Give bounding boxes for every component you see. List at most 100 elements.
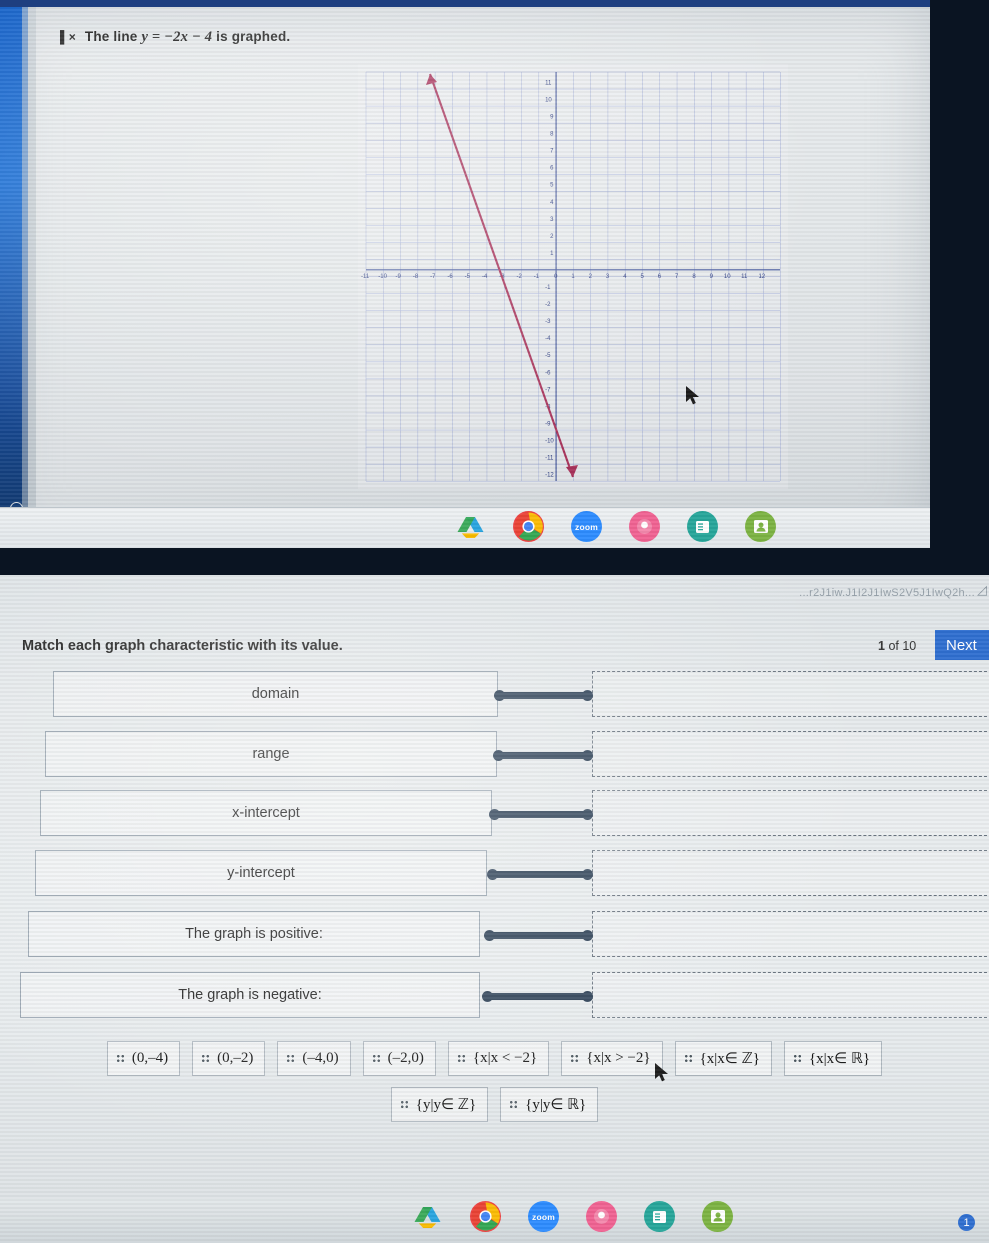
svg-text:-12: -12 [545, 473, 554, 479]
drag-handle-icon[interactable] [792, 1053, 802, 1064]
mouse-cursor [655, 1063, 671, 1088]
svg-text:-10: -10 [545, 438, 554, 444]
contacts-icon[interactable] [745, 511, 776, 542]
chip-0-2[interactable]: (0,–2) [192, 1041, 266, 1076]
pink-app-icon[interactable] [629, 511, 660, 542]
chip-y-reals[interactable]: {y|y∈ ℝ} [500, 1087, 599, 1122]
match-drop-domain[interactable] [592, 671, 989, 717]
left-grey-band [22, 7, 36, 510]
match-drop-graph-positive[interactable] [592, 911, 989, 957]
match-row: domain [0, 671, 989, 717]
chip-x-less-than-neg2[interactable]: {x|x < −2} [447, 1041, 550, 1076]
next-button[interactable]: Next [935, 630, 989, 660]
svg-text:-6: -6 [545, 370, 551, 376]
chip-label: (0,–4) [131, 1050, 169, 1066]
match-row: x-intercept [0, 790, 989, 836]
connector-line [484, 930, 593, 941]
teal-app-icon[interactable] [644, 1201, 675, 1232]
svg-text:-4: -4 [482, 274, 488, 280]
question-counter-current: 1 [878, 639, 885, 653]
match-label-graph-negative[interactable]: The graph is negative: [20, 972, 480, 1018]
wifi-icon: ◿ [977, 582, 987, 597]
top-monitor-screenshot: ▌× The line y = −2x − 4 is graphed. -11 -… [0, 0, 989, 575]
match-drop-x-intercept[interactable] [592, 790, 989, 836]
browser-url-ghost: ...r2J1iw.J1I2J1IwS2V5J1IwQ2h... [799, 587, 975, 599]
photo-bottom-edge [0, 548, 989, 575]
svg-text:11: 11 [741, 274, 748, 280]
drive-icon[interactable] [412, 1201, 443, 1232]
teal-app-icon[interactable] [687, 511, 718, 542]
connector-knob-left [482, 991, 493, 1002]
connector-knob-right [582, 750, 593, 761]
svg-text:-3: -3 [545, 319, 551, 325]
svg-text:-10: -10 [378, 274, 387, 280]
match-drop-graph-negative[interactable] [592, 972, 989, 1018]
question-counter: 1 of 10 [878, 639, 916, 653]
chip-x-greater-than-neg2[interactable]: {x|x > −2} [561, 1041, 663, 1076]
connector-knob-left [494, 690, 505, 701]
drag-handle-icon[interactable] [371, 1053, 381, 1064]
chip-label: (–4,0) [302, 1050, 339, 1066]
drag-handle-icon[interactable] [115, 1053, 125, 1064]
question-suffix: is graphed. [216, 29, 291, 44]
connector-line [493, 750, 593, 761]
drag-handle-icon[interactable] [683, 1053, 693, 1064]
chip-x-reals[interactable]: {x|x∈ ℝ} [783, 1041, 883, 1076]
drive-icon[interactable] [455, 511, 486, 542]
chip-neg4-0[interactable]: (–4,0) [277, 1041, 351, 1076]
svg-text:10: 10 [545, 97, 552, 103]
bottom-taskbar: zoom 1 [0, 1199, 989, 1243]
monitor-surface: ▌× The line y = −2x − 4 is graphed. -11 -… [0, 0, 930, 555]
chrome-icon[interactable] [513, 511, 544, 542]
match-label-y-intercept[interactable]: y-intercept [35, 850, 487, 896]
drag-handle-icon[interactable] [456, 1053, 466, 1064]
svg-text:-9: -9 [545, 421, 551, 427]
chip-y-integers[interactable]: {y|y∈ ℤ} [390, 1087, 489, 1122]
chrome-icon[interactable] [470, 1201, 501, 1232]
svg-text:-11: -11 [361, 274, 370, 280]
notification-badge[interactable]: 1 [958, 1214, 975, 1231]
bottom-monitor-screenshot: ...r2J1iw.J1I2J1IwS2V5J1IwQ2h... ◿ Match… [0, 575, 989, 1243]
drag-handle-icon[interactable] [509, 1099, 519, 1110]
chip-x-integers[interactable]: {x|x∈ ℤ} [674, 1041, 772, 1076]
connector-line [494, 690, 593, 701]
pink-app-icon[interactable] [586, 1201, 617, 1232]
svg-text:-5: -5 [545, 353, 551, 359]
chip-label: (0,–2) [217, 1050, 254, 1066]
svg-text:-8: -8 [413, 274, 419, 280]
match-label-range[interactable]: range [45, 731, 497, 777]
chip-0-4[interactable]: (0,–4) [106, 1041, 181, 1076]
svg-text:-2: -2 [517, 274, 523, 280]
drag-handle-icon[interactable] [286, 1053, 296, 1064]
chip-label: (–2,0) [387, 1050, 424, 1066]
zoom-icon[interactable]: zoom [528, 1201, 559, 1232]
zoom-icon[interactable]: zoom [571, 511, 602, 542]
chip-label: {x|x < −2} [472, 1050, 538, 1066]
speaker-mute-icon[interactable]: ▌× [60, 30, 76, 44]
svg-text:-1: -1 [545, 285, 551, 291]
matching-area: domain range x-intercept y-intercept The… [0, 671, 989, 1031]
chip-label: {y|y∈ ℤ} [415, 1097, 477, 1113]
match-row: The graph is positive: [0, 911, 989, 957]
connector-line [487, 869, 593, 880]
match-drop-y-intercept[interactable] [592, 850, 989, 896]
drag-handle-icon[interactable] [570, 1053, 580, 1064]
contacts-icon[interactable] [702, 1201, 733, 1232]
svg-text:-5: -5 [465, 274, 471, 280]
chip-row-2: {y|y∈ ℤ} {y|y∈ ℝ} [0, 1087, 989, 1122]
chip-neg2-0[interactable]: (–2,0) [362, 1041, 436, 1076]
photo-right-edge [930, 0, 989, 575]
svg-text:12: 12 [758, 274, 765, 280]
match-drop-range[interactable] [592, 731, 989, 777]
connector-line [489, 809, 593, 820]
question-counter-total: of 10 [888, 639, 917, 653]
chip-label: {x|x > −2} [586, 1050, 651, 1066]
drag-handle-icon[interactable] [399, 1099, 409, 1110]
svg-text:10: 10 [724, 274, 731, 280]
question-equation: y = −2x − 4 [141, 29, 213, 45]
match-label-x-intercept[interactable]: x-intercept [40, 790, 492, 836]
match-label-graph-positive[interactable]: The graph is positive: [28, 911, 480, 957]
drag-handle-icon[interactable] [201, 1053, 211, 1064]
instruction-text: Match each graph characteristic with its… [22, 638, 343, 654]
match-label-domain[interactable]: domain [53, 671, 498, 717]
